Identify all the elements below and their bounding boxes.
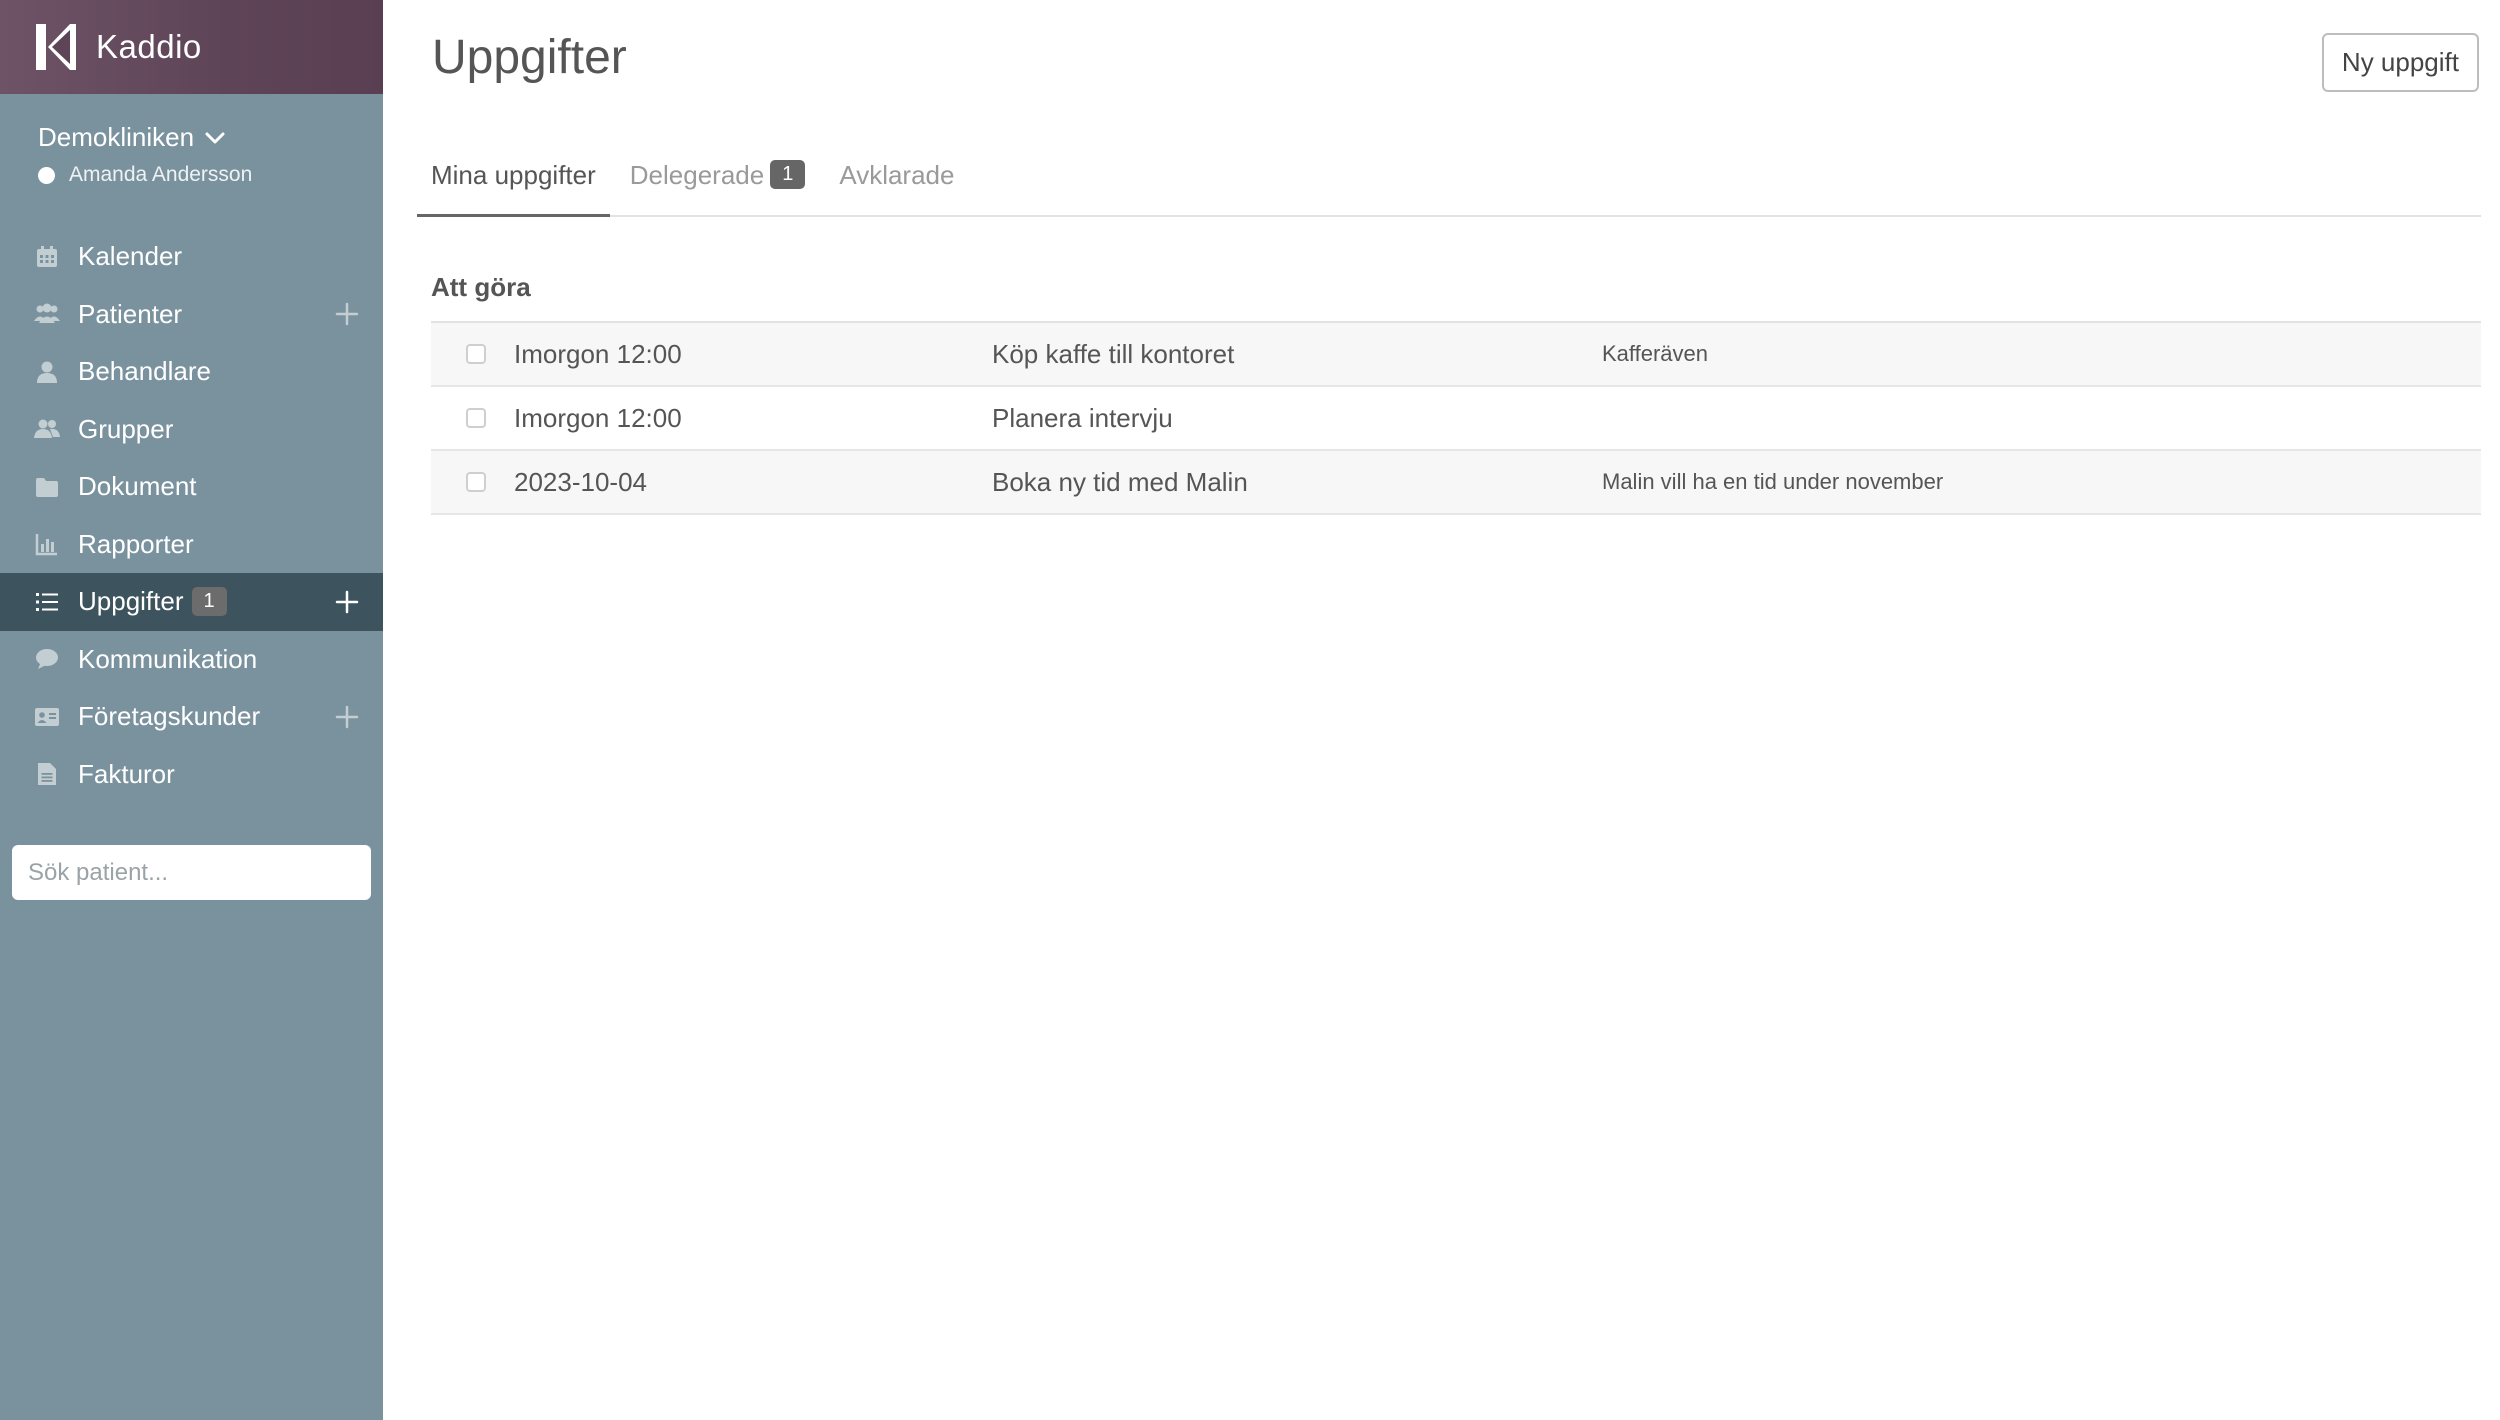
kaddio-logo-icon bbox=[34, 24, 76, 70]
add-company-plus-icon[interactable] bbox=[333, 703, 361, 731]
id-card-icon bbox=[34, 704, 60, 730]
task-due-date: Imorgon 12:00 bbox=[514, 402, 682, 433]
delegated-count-badge: 1 bbox=[770, 160, 806, 189]
sidebar-item-label: Dokument bbox=[78, 471, 197, 502]
sidebar-item-kommunikation[interactable]: Kommunikation bbox=[0, 631, 383, 689]
calendar-icon bbox=[34, 244, 60, 270]
main-content: Uppgifter Ny uppgift Mina uppgifter Dele… bbox=[383, 0, 2500, 1420]
sidebar-item-label: Rapporter bbox=[78, 528, 194, 559]
task-tabs: Mina uppgifter Delegerade 1 Avklarade bbox=[417, 152, 2481, 217]
task-row[interactable]: Imorgon 12:00 Planera intervju bbox=[431, 387, 2481, 451]
brand-header[interactable]: Kaddio bbox=[0, 0, 383, 94]
folder-icon bbox=[34, 474, 60, 500]
user-name: Amanda Andersson bbox=[69, 163, 253, 186]
status-dot bbox=[38, 166, 55, 184]
add-task-plus-icon[interactable] bbox=[333, 588, 361, 616]
add-patient-plus-icon[interactable] bbox=[333, 300, 361, 328]
tasks-count-badge: 1 bbox=[191, 587, 227, 617]
sidebar-item-dokument[interactable]: Dokument bbox=[0, 458, 383, 516]
task-list: Imorgon 12:00 Köp kaffe till kontoret Ka… bbox=[431, 321, 2481, 515]
clinic-dropdown[interactable]: Demokliniken bbox=[38, 122, 383, 153]
sidebar-nav: Kalender Patienter Behandlare Grupper Do… bbox=[0, 228, 383, 803]
sidebar-item-label: Företagskunder bbox=[78, 701, 261, 732]
task-row[interactable]: 2023-10-04 Boka ny tid med Malin Malin v… bbox=[431, 451, 2481, 515]
clinic-name: Demokliniken bbox=[38, 122, 195, 152]
tab-avklarade[interactable]: Avklarade bbox=[825, 152, 968, 217]
new-task-button[interactable]: Ny uppgift bbox=[2321, 33, 2479, 92]
patient-search-input[interactable] bbox=[12, 845, 371, 900]
tab-label: Delegerade bbox=[629, 160, 765, 190]
task-title: Boka ny tid med Malin bbox=[992, 466, 1248, 497]
chat-icon bbox=[34, 646, 60, 672]
sidebar-item-grupper[interactable]: Grupper bbox=[0, 401, 383, 459]
sidebar-item-uppgifter[interactable]: Uppgifter 1 bbox=[0, 573, 383, 631]
task-due-date: 2023-10-04 bbox=[514, 466, 647, 497]
tab-delegerade[interactable]: Delegerade 1 bbox=[616, 152, 820, 217]
sidebar-item-label: Uppgifter bbox=[78, 586, 184, 617]
task-due-date: Imorgon 12:00 bbox=[514, 338, 682, 369]
current-user: Amanda Andersson bbox=[38, 163, 383, 187]
sidebar-item-label: Behandlare bbox=[78, 356, 211, 387]
users-icon bbox=[34, 301, 60, 327]
patient-search bbox=[0, 803, 383, 900]
sidebar-item-behandlare[interactable]: Behandlare bbox=[0, 343, 383, 401]
sidebar-item-label: Grupper bbox=[78, 413, 174, 444]
page-title: Uppgifter bbox=[432, 31, 627, 84]
tab-mina-uppgifter[interactable]: Mina uppgifter bbox=[417, 152, 610, 217]
user-icon bbox=[34, 359, 60, 385]
sidebar-item-label: Kalender bbox=[78, 241, 183, 272]
task-checkbox[interactable] bbox=[466, 408, 486, 428]
sidebar-item-rapporter[interactable]: Rapporter bbox=[0, 516, 383, 574]
sidebar-item-label: Patienter bbox=[78, 298, 183, 329]
task-title: Köp kaffe till kontoret bbox=[992, 338, 1235, 369]
sidebar-item-kalender[interactable]: Kalender bbox=[0, 228, 383, 286]
sidebar-item-label: Fakturor bbox=[78, 758, 175, 789]
tab-label: Mina uppgifter bbox=[431, 160, 596, 190]
sidebar-item-foretagskunder[interactable]: Företagskunder bbox=[0, 688, 383, 746]
task-checkbox[interactable] bbox=[466, 472, 486, 492]
tab-label: Avklarade bbox=[839, 160, 955, 190]
sidebar-item-label: Kommunikation bbox=[78, 643, 258, 674]
group-icon bbox=[34, 416, 60, 442]
task-checkbox[interactable] bbox=[466, 344, 486, 364]
task-note: Malin vill ha en tid under november bbox=[1602, 469, 1944, 494]
document-icon bbox=[34, 761, 60, 787]
chevron-down-icon bbox=[205, 132, 225, 143]
list-icon bbox=[34, 589, 60, 615]
clinic-selector: Demokliniken Amanda Andersson bbox=[0, 94, 383, 228]
task-title: Planera intervju bbox=[992, 402, 1173, 433]
section-title: Att göra bbox=[431, 272, 531, 302]
chart-icon bbox=[34, 531, 60, 557]
sidebar-item-fakturor[interactable]: Fakturor bbox=[0, 746, 383, 804]
task-note: Kafferäven bbox=[1602, 341, 1709, 366]
sidebar: Kaddio Demokliniken Amanda Andersson Kal… bbox=[0, 0, 383, 1420]
task-row[interactable]: Imorgon 12:00 Köp kaffe till kontoret Ka… bbox=[431, 323, 2481, 387]
sidebar-item-patienter[interactable]: Patienter bbox=[0, 286, 383, 344]
brand-name: Kaddio bbox=[96, 28, 202, 65]
